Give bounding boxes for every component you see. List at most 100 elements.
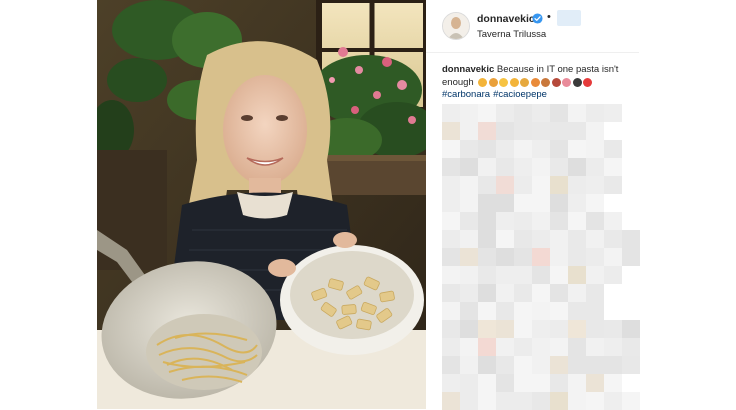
- pixel-block: [550, 122, 568, 140]
- pixel-block: [478, 356, 496, 374]
- pixel-block: [550, 302, 568, 320]
- emoji-icon: [572, 77, 582, 87]
- pixel-block: [442, 338, 460, 356]
- pixel-block: [460, 266, 478, 284]
- pixel-block: [532, 176, 550, 194]
- pixel-block: [604, 230, 622, 248]
- pixel-block: [496, 140, 514, 158]
- caption-username[interactable]: donnavekic: [442, 64, 494, 75]
- post-photo[interactable]: [97, 0, 426, 409]
- pixel-block: [460, 320, 478, 338]
- caption-emojis: [478, 77, 593, 87]
- pixel-block: [460, 230, 478, 248]
- pixel-block: [532, 302, 550, 320]
- post-caption: donnavekic Because in IT one pasta isn't…: [442, 64, 628, 102]
- emoji-icon: [488, 77, 498, 87]
- pixel-block: [568, 284, 586, 302]
- pixel-block: [586, 320, 604, 338]
- pixel-block: [496, 122, 514, 140]
- pixel-block: [532, 230, 550, 248]
- pixel-block: [604, 248, 622, 266]
- pixel-block: [568, 104, 586, 122]
- pixel-block: [460, 338, 478, 356]
- pixel-block: [568, 338, 586, 356]
- pixel-block: [478, 338, 496, 356]
- pixel-block: [478, 140, 496, 158]
- pixel-block: [532, 284, 550, 302]
- pixel-block: [478, 104, 496, 122]
- pixel-block: [604, 266, 622, 284]
- pixel-block: [568, 374, 586, 392]
- pixel-block: [622, 338, 640, 356]
- hashtag-link[interactable]: #carbonara: [442, 89, 490, 100]
- pixel-block: [568, 356, 586, 374]
- pixel-block: [514, 374, 532, 392]
- pixel-block: [550, 212, 568, 230]
- pixelated-comments: [442, 104, 640, 410]
- pixel-block: [460, 356, 478, 374]
- hashtag-link[interactable]: #cacioepepe: [493, 89, 547, 100]
- pixel-block: [514, 392, 532, 410]
- pixel-block: [514, 266, 532, 284]
- follow-button-blurred[interactable]: [557, 10, 581, 26]
- pixel-block: [586, 212, 604, 230]
- pixel-block: [532, 158, 550, 176]
- pixel-block: [460, 122, 478, 140]
- pixel-block: [604, 374, 622, 392]
- pixel-block: [568, 212, 586, 230]
- pixel-block: [460, 374, 478, 392]
- pixel-block: [532, 266, 550, 284]
- pixel-block: [514, 284, 532, 302]
- pixel-block: [496, 320, 514, 338]
- pixel-block: [532, 320, 550, 338]
- pixel-block: [442, 122, 460, 140]
- pixel-block: [586, 140, 604, 158]
- pixel-block: [532, 212, 550, 230]
- pixel-block: [460, 248, 478, 266]
- pixel-block: [550, 248, 568, 266]
- pixel-block: [442, 140, 460, 158]
- pixel-block: [514, 194, 532, 212]
- pixel-block: [442, 302, 460, 320]
- emoji-icon: [499, 77, 509, 87]
- avatar[interactable]: [442, 12, 470, 40]
- pixel-block: [514, 302, 532, 320]
- emoji-icon: [562, 77, 572, 87]
- pixel-block: [514, 356, 532, 374]
- username-link[interactable]: donnavekic: [477, 13, 535, 25]
- pixel-block: [586, 392, 604, 410]
- pixel-block: [442, 284, 460, 302]
- pixel-block: [442, 104, 460, 122]
- pixel-block: [514, 338, 532, 356]
- pixel-block: [586, 284, 604, 302]
- pixel-block: [460, 176, 478, 194]
- pixel-block: [496, 248, 514, 266]
- pixel-block: [532, 194, 550, 212]
- pixel-block: [496, 356, 514, 374]
- pixel-block: [568, 266, 586, 284]
- pixel-block: [568, 248, 586, 266]
- pixel-block: [478, 302, 496, 320]
- post-side-panel: donnavekic • Taverna Trilussa donnavekic…: [426, 0, 640, 410]
- pixel-block: [568, 176, 586, 194]
- avatar-image: [443, 13, 469, 39]
- location-link[interactable]: Taverna Trilussa: [477, 29, 546, 40]
- pixel-block: [550, 194, 568, 212]
- pixel-block: [532, 338, 550, 356]
- pixel-block: [460, 140, 478, 158]
- pixel-block: [496, 302, 514, 320]
- pixel-block: [532, 248, 550, 266]
- pixel-block: [496, 230, 514, 248]
- pixel-block: [550, 176, 568, 194]
- pixel-block: [478, 212, 496, 230]
- emoji-icon: [551, 77, 561, 87]
- pixel-block: [622, 392, 640, 410]
- pixel-block: [550, 284, 568, 302]
- pixel-block: [586, 266, 604, 284]
- pixel-block: [442, 248, 460, 266]
- pixel-block: [586, 302, 604, 320]
- pixel-block: [622, 248, 640, 266]
- pixel-block: [496, 194, 514, 212]
- pixel-block: [478, 392, 496, 410]
- pixel-block: [568, 302, 586, 320]
